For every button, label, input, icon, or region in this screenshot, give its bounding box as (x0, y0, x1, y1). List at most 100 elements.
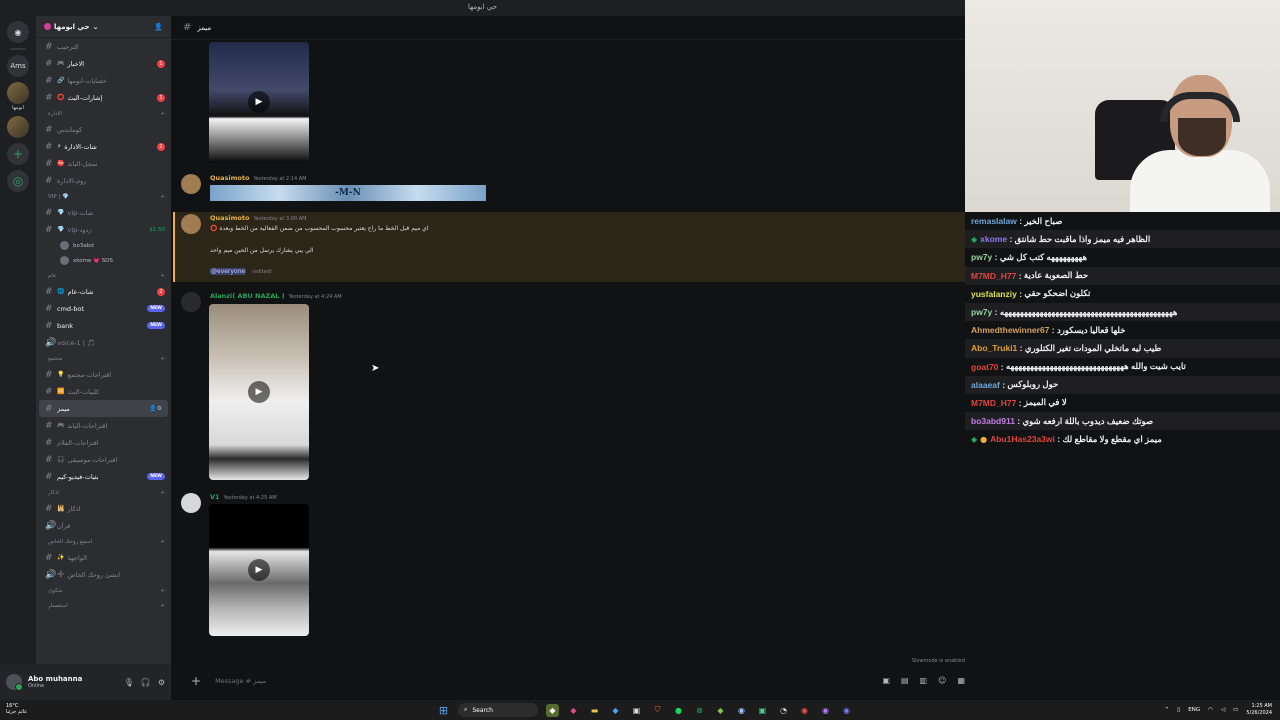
channel-item[interactable]: 🔊 قرآن (36, 517, 171, 534)
channel-category[interactable]: شكوى + (36, 583, 171, 598)
channel-item[interactable]: # 🕌 اذكار (36, 500, 171, 517)
add-member-icon[interactable]: 👤 (154, 23, 163, 31)
channel-item[interactable]: 🔊 ➕ انشئ روحك الخاص (36, 566, 171, 583)
app-icon-14[interactable]: ◉ (819, 704, 832, 717)
message-author[interactable]: Quasimoto (210, 214, 249, 222)
server-icon-3[interactable] (7, 116, 29, 138)
everyone-mention[interactable]: @everyone (210, 268, 247, 275)
channel-category[interactable]: مجتمع + (36, 351, 171, 366)
channel-item[interactable]: # ميمز 👤⚙ (39, 400, 168, 417)
channel-item[interactable]: # كوماندس (36, 121, 171, 138)
channel-item[interactable]: # اقتراحات-الفلام (36, 434, 171, 451)
play-icon[interactable]: ▶ (248, 559, 270, 581)
channel-item[interactable]: # ✨ الواجهة (36, 549, 171, 566)
channel-item[interactable]: # bank NEW (36, 317, 171, 334)
channel-item[interactable]: # 💎 vip-شات (36, 204, 171, 221)
channel-item[interactable]: 🔊 voice-1 | 🎵 (36, 334, 171, 351)
channel-category[interactable]: الادارة + (36, 106, 171, 121)
spotify-icon[interactable]: ● (672, 704, 685, 717)
microphone-icon[interactable]: 🎙 (124, 678, 134, 687)
channel-item[interactable]: # 🎮 الاخبار 1 (36, 55, 171, 72)
add-channel-icon[interactable]: + (160, 588, 165, 594)
explore-icon[interactable]: ◎ (7, 170, 29, 192)
avatar[interactable] (6, 674, 23, 691)
channel-category[interactable]: اسمع روحك الخاص + (36, 534, 171, 549)
play-icon[interactable]: ▶ (248, 91, 270, 113)
video-attachment-3[interactable]: ▶ (209, 504, 309, 636)
avatar[interactable] (181, 214, 201, 234)
emoji-icon[interactable]: ☺ (938, 676, 946, 685)
guild-header[interactable]: حي ابومها ⌄ 👤 (36, 16, 171, 38)
wifi-icon[interactable]: ◠ (1208, 707, 1213, 713)
avatar[interactable] (181, 493, 201, 513)
channel-category[interactable]: اذكار + (36, 485, 171, 500)
video-attachment-2[interactable]: ▶ (209, 304, 309, 480)
message-author[interactable]: Alanzi( ABU NAZAL ) (210, 292, 285, 300)
add-channel-icon[interactable]: + (160, 111, 165, 117)
app-icon-13[interactable]: ◉ (798, 704, 811, 717)
invite-icon[interactable]: 👤⚙ (149, 405, 162, 412)
channel-category[interactable]: VIP | 💎 + (36, 189, 171, 204)
brave-icon[interactable]: ⛉ (651, 704, 664, 717)
message-author[interactable]: V1 (210, 493, 220, 501)
add-channel-icon[interactable]: + (160, 603, 165, 609)
clock[interactable]: 1:25 AM 5/26/2024 (1246, 703, 1272, 716)
tray-chevron-icon[interactable]: ⌃ (1165, 707, 1170, 713)
channel-item[interactable]: # الترحيب (36, 38, 171, 55)
steam-icon[interactable]: ◉ (735, 704, 748, 717)
channel-item[interactable]: # 💎 vip-ردود $1.50 (36, 221, 171, 238)
channel-item[interactable]: # بثيات-فيديو-كيم NEW (36, 468, 171, 485)
discord-home-icon[interactable]: ◉ (7, 21, 29, 43)
message-input[interactable]: Message # ميمز (215, 677, 266, 685)
server-ams[interactable]: Ams (7, 55, 29, 77)
battery-icon[interactable]: ▭ (1233, 707, 1238, 713)
channel-item[interactable]: # 🎧 اقتراحات-موسيقى (36, 451, 171, 468)
channel-item[interactable]: # روم-الادارة (36, 172, 171, 189)
channel-item[interactable]: # ⛔ سجل-الباند (36, 155, 171, 172)
avatar[interactable] (181, 174, 201, 194)
channel-category[interactable]: استفسار + (36, 598, 171, 613)
channel-item[interactable]: # cmd-bot NEW (36, 300, 171, 317)
settings-gear-icon[interactable]: ⚙ (158, 678, 165, 687)
headphones-icon[interactable]: 🎧 (141, 678, 151, 687)
weather-widget[interactable]: 16°C غائم جزئيا (6, 703, 27, 715)
tray-app-icon[interactable]: ▯ (1177, 707, 1180, 713)
channel-item[interactable]: # ⭕ إشارات-البث 1 (36, 89, 171, 106)
add-channel-icon[interactable]: + (160, 490, 165, 496)
message-composer[interactable]: + Message # ميمز (183, 668, 953, 694)
channel-item[interactable]: # 🆚 كليبات-البث (36, 383, 171, 400)
app-icon-9[interactable]: ◆ (714, 704, 727, 717)
app-icon-11[interactable]: ▣ (756, 704, 769, 717)
channel-item[interactable]: # 💡 اقتراحات-مجتمع (36, 366, 171, 383)
add-channel-icon[interactable]: + (160, 194, 165, 200)
gift-icon[interactable]: ▣ (882, 676, 890, 685)
app-icon-2[interactable]: ◆ (567, 704, 580, 717)
apps-icon[interactable]: ▦ (957, 676, 965, 685)
app-icon-1[interactable]: ◆ (546, 703, 559, 717)
folder-icon[interactable]: ▬ (588, 704, 601, 717)
add-server-icon[interactable]: + (7, 143, 29, 165)
sticker-icon[interactable]: ▥ (920, 676, 928, 685)
volume-icon[interactable]: ◁ (1221, 707, 1225, 713)
banner-image[interactable]: -M-N (210, 185, 486, 201)
voice-user[interactable]: bo3abd (36, 238, 171, 253)
add-channel-icon[interactable]: + (160, 539, 165, 545)
gif-icon[interactable]: ▤ (901, 676, 909, 685)
add-attachment-icon[interactable]: + (191, 674, 201, 688)
message-author[interactable]: Quasimoto (210, 174, 249, 182)
channel-category[interactable]: عام + (36, 268, 171, 283)
discord-taskbar-icon[interactable]: ◉ (840, 704, 853, 717)
play-icon[interactable]: ▶ (248, 381, 270, 403)
voice-user[interactable]: xkome 💗 SOS (36, 253, 171, 268)
avatar[interactable] (181, 292, 201, 312)
add-channel-icon[interactable]: + (160, 356, 165, 362)
channel-item[interactable]: # 🔗 خصايات-ابومها (36, 72, 171, 89)
server-abomaha[interactable] (7, 82, 29, 104)
xbox-icon[interactable]: ⊗ (693, 704, 706, 717)
app-icon-4[interactable]: ◆ (609, 704, 622, 717)
video-attachment-1[interactable]: ▶ (209, 42, 309, 162)
language-indicator[interactable]: ENG (1188, 707, 1200, 713)
channel-item[interactable]: # 🌐 شات-عام 2 (36, 283, 171, 300)
taskbar-search[interactable]: ⌕ Search (458, 703, 538, 717)
add-channel-icon[interactable]: + (160, 273, 165, 279)
